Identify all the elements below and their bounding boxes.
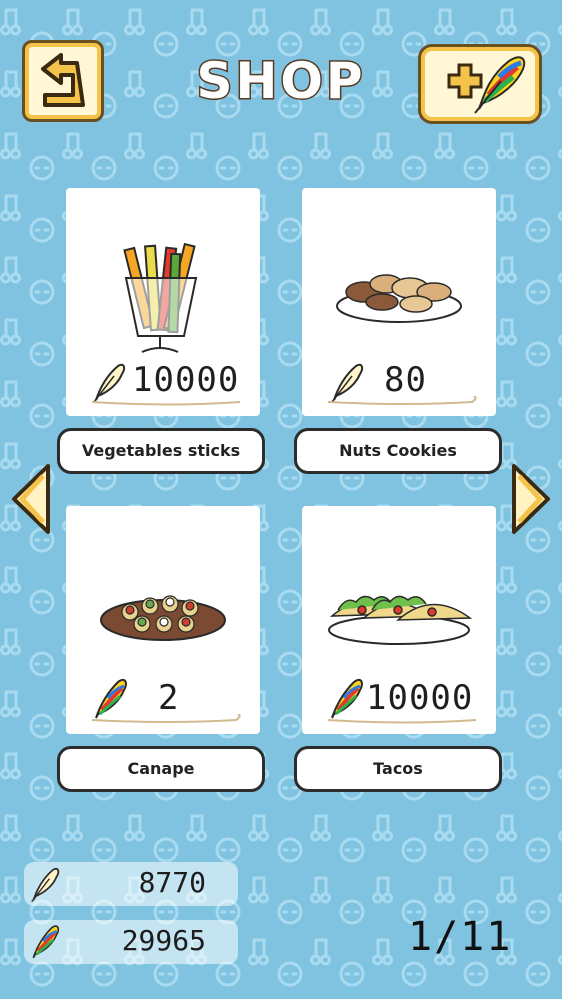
nuts-cookies-icon xyxy=(336,274,462,323)
next-page-arrow[interactable] xyxy=(510,462,552,536)
item-name-button[interactable]: Vegetables sticks xyxy=(57,428,265,474)
normal-feather-counter: 8770 xyxy=(24,862,238,906)
price-tag: 10000 xyxy=(302,678,496,724)
vegetable-sticks-icon xyxy=(123,242,198,353)
price-value: 2 xyxy=(158,678,180,718)
rainbow-feather-icon xyxy=(331,678,363,719)
item-name-button[interactable]: Tacos xyxy=(294,746,502,792)
shop-item-card[interactable]: 10000 xyxy=(302,506,496,734)
price-tag: 80 xyxy=(302,360,496,405)
rainbow-feather-icon xyxy=(474,56,526,114)
rainbow-feather-icon xyxy=(32,925,60,959)
item-name-button[interactable]: Canape xyxy=(57,746,265,792)
price-value: 80 xyxy=(384,360,427,400)
feather-icon xyxy=(31,867,60,902)
price-underline xyxy=(91,714,241,723)
canape-icon xyxy=(100,595,226,641)
price-tag: 10000 xyxy=(66,360,260,406)
buy-rainbow-feathers-button[interactable] xyxy=(418,44,542,124)
price-underline xyxy=(91,401,241,406)
shop-item-card[interactable]: 2 xyxy=(66,506,260,734)
price-value: 10000 xyxy=(366,678,474,718)
feather-icon xyxy=(93,363,126,402)
rainbow-feather-counter: 29965 xyxy=(24,920,238,964)
shop-item-card[interactable]: 10000 xyxy=(66,188,260,416)
normal-feather-count: 8770 xyxy=(138,866,206,899)
tacos-icon xyxy=(328,595,473,645)
item-name-button[interactable]: Nuts Cookies xyxy=(294,428,502,474)
rainbow-feather-count: 29965 xyxy=(121,924,206,957)
price-tag: 2 xyxy=(66,678,260,723)
shop-item-card[interactable]: 80 xyxy=(302,188,496,416)
background-pattern xyxy=(0,0,562,999)
price-underline xyxy=(327,719,477,724)
price-underline xyxy=(327,396,477,405)
price-value: 10000 xyxy=(132,360,240,400)
prev-page-arrow[interactable] xyxy=(10,462,52,536)
page-indicator: 1/11 xyxy=(408,914,513,960)
